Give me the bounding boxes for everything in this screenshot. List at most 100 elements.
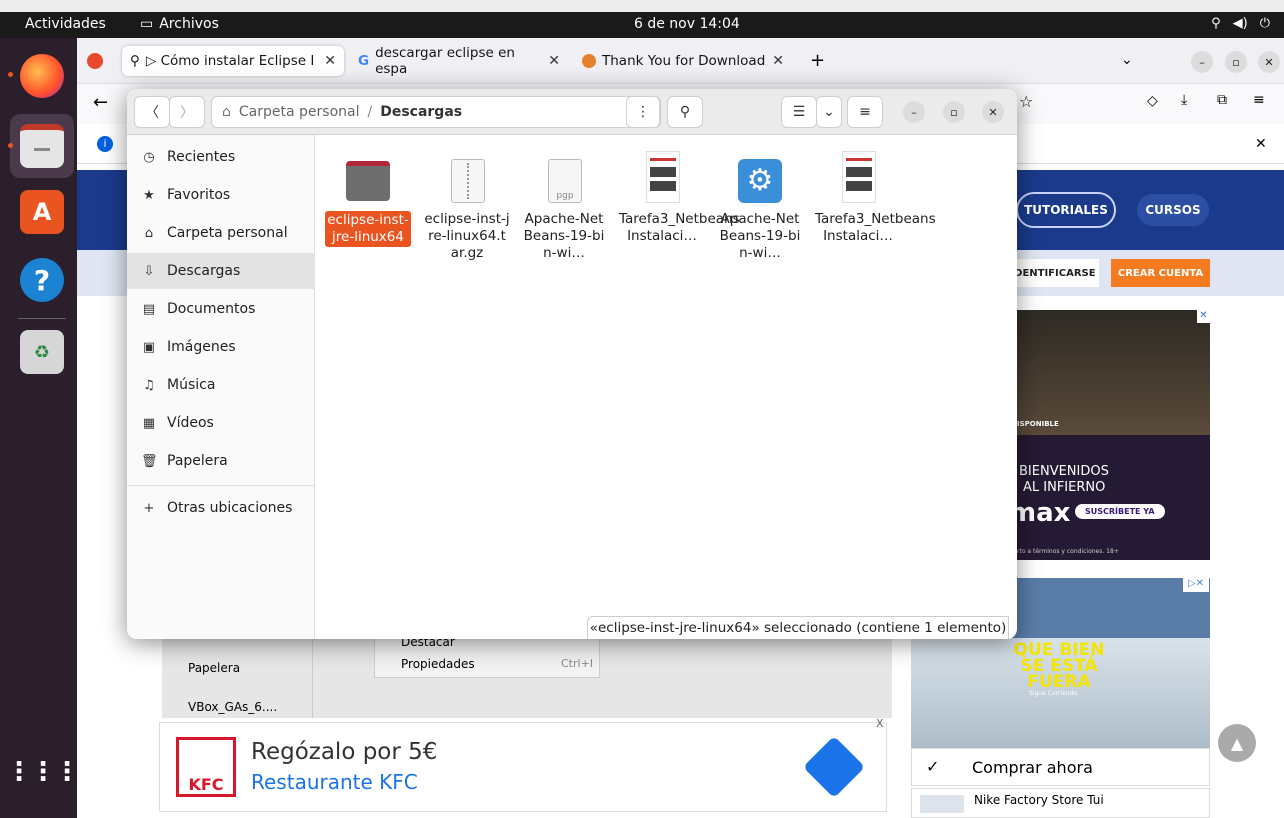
back-icon[interactable]: ← [93,92,108,113]
tab-1[interactable]: Gdescargar eclipse en espa ✕ [350,45,568,77]
path-current[interactable]: Descargas [380,104,462,120]
dock: A ? ♻ ⋮⋮⋮ [0,38,80,818]
sidebar-item-documentos[interactable]: ▤ Documentos [127,291,315,327]
ad-subtitle: Restaurante KFC [251,770,418,794]
minimize-button[interactable]: – [903,101,925,123]
close-icon[interactable]: ✕ [324,53,336,69]
sidebar-item-carpeta-personal[interactable]: ⌂ Carpeta personal [127,215,315,251]
downloads-icon[interactable]: ⤓ [1181,92,1187,108]
tab-2[interactable]: Thank You for Download ✕ [574,46,792,76]
file-item[interactable]: eclipse-inst-jre-linux64 [323,159,413,247]
extensions-icon[interactable]: ⧉ [1217,92,1227,108]
close-button[interactable]: ✕ [1258,51,1280,73]
register-button[interactable]: CREAR CUENTA [1111,259,1210,287]
file-item[interactable]: Tarefa3_Netbeans Instalaci… [617,151,740,245]
background-screenshot: Papelera VBox_GAs_6.... Destacar Propied… [162,628,892,718]
trash-icon: 🗑 [141,453,158,469]
nike-swoosh-icon: ✓ [926,757,940,776]
menu-shortcut: Ctrl+I [561,657,594,670]
close-icon[interactable]: X [876,717,884,730]
search-button[interactable]: ⚲ [667,96,703,128]
sidebar-item-otras-ubicaciones[interactable]: + Otras ubicaciones [127,490,315,526]
file-item[interactable]: eclipse-inst-jre-linux64.tar.gz [422,159,512,262]
back-button[interactable]: 〈 [134,96,170,128]
software-icon[interactable]: A [20,190,64,234]
file-name: Apache-NetBeans-19-bin-wi… [523,211,605,261]
forward-button[interactable]: 〉 [169,96,205,128]
sidebar-item-papelera[interactable]: 🗑 Papelera [127,443,315,479]
map-icon [920,795,964,813]
view-options-button[interactable]: ⌄ [816,96,842,128]
archive-icon [443,159,491,207]
view-list-button[interactable]: ☰ [781,96,817,128]
sidebar-item-descargas[interactable]: ⇩ Descargas [127,253,315,289]
minimize-button[interactable]: – [1191,51,1213,73]
ad-title: Regózalo por 5€ [251,739,438,765]
clock[interactable]: 6 de nov 14:04 [634,16,740,32]
file-name: Apache-NetBeans-19-bin-wi… [719,211,801,261]
file-name: Tarefa3_Netbeans Instalaci… [619,211,740,244]
bg-vbox: VBox_GAs_6.... [188,700,278,714]
nav-cursos[interactable]: CURSOS [1135,192,1211,228]
help-icon[interactable]: ? [20,258,64,302]
bg-trash: Papelera [188,661,241,675]
file-item[interactable]: Tarefa3_Netbeans Instalaci… [813,151,936,245]
bookmark-star-icon[interactable]: ☆ [1019,92,1033,111]
app-grid-icon[interactable]: ⋮⋮⋮ [6,750,80,794]
hbo-ad[interactable]: ISPONIBLE BIENVENIDOS AL INFIERNO max SU… [1017,310,1210,560]
close-icon[interactable]: ✕ [772,53,784,69]
firefox-icon[interactable] [20,54,64,98]
files-icon[interactable] [20,124,64,168]
nike-bar[interactable]: ✓ Comprar ahora [911,748,1210,786]
direction-icon[interactable] [802,735,866,799]
path-home[interactable]: Carpeta personal [239,104,360,120]
sidebar-item-imagenes[interactable]: ▣ Imágenes [127,329,315,365]
menu-icon[interactable]: ≡ [1253,92,1265,108]
top-bar: Actividades ▭ Archivos 6 de nov 14:04 ⚲ ◀)… [0,12,1284,38]
image-thumbnail-icon [834,151,882,207]
path-bar[interactable]: ⌂ Carpeta personal / Descargas [211,96,661,128]
activities-button[interactable]: Actividades [25,16,106,32]
maximize-button[interactable]: ▫ [943,101,965,123]
sidebar: ◷ Recientes ★ Favoritos ⌂ Carpeta personal … [127,135,315,639]
main-menu-button[interactable]: ≡ [847,96,883,128]
nav-tutoriales[interactable]: TUTORIALES [1016,192,1116,228]
nike-store-bar[interactable]: Nike Factory Store Tui [911,788,1210,818]
login-button[interactable]: IDENTIFICARSE [1007,259,1099,287]
file-item[interactable]: pgp Apache-NetBeans-19-bin-wi… [519,159,609,262]
tab-list-icon[interactable]: ⌄ [1121,52,1133,68]
tab-label: Thank You for Download [602,53,766,69]
sidebar-item-recientes[interactable]: ◷ Recientes [127,139,315,175]
power-icon: ⏻ [1259,16,1270,31]
close-icon[interactable]: ✕ [548,53,560,69]
image-thumbnail-icon [638,151,686,207]
pgp-icon: pgp [540,159,588,207]
ad-cta: Comprar ahora [972,758,1093,777]
app-menu[interactable]: ▭ Archivos [140,16,219,32]
pocket-icon[interactable]: ◇ [1147,93,1158,109]
new-tab-button[interactable]: + [810,50,825,71]
tab-0[interactable]: ⚲ ▷ Cómo instalar Eclipse I ✕ [122,46,344,76]
sidebar-item-musica[interactable]: ♫ Música [127,367,315,403]
adchoices-icon[interactable]: ▷✕ [1183,578,1209,592]
close-button[interactable]: ✕ [982,101,1004,123]
ad-brand: max [1017,498,1071,528]
search-icon: ⚲ [130,53,140,69]
close-icon[interactable]: ✕ [1255,136,1267,152]
file-name: eclipse-inst-jre-linux64 [325,211,411,247]
path-menu-button[interactable]: ⋮ [626,96,660,128]
ad-fine: rto a términos y condiciones. 18+ [1017,548,1119,555]
app-menu-label: Archivos [159,16,219,32]
sidebar-item-favoritos[interactable]: ★ Favoritos [127,177,315,213]
plus-icon: + [143,500,155,516]
maximize-button[interactable]: ▫ [1225,51,1247,73]
kfc-ad[interactable]: KFC Regózalo por 5€ Restaurante KFC X [159,717,887,812]
scroll-top-button[interactable]: ▲ [1218,724,1256,762]
trash-icon[interactable]: ♻ [20,330,64,374]
sidebar-item-videos[interactable]: ▦ Vídeos [127,405,315,441]
system-tray[interactable]: ⚲ ◀) ⏻ [1211,16,1270,31]
close-icon[interactable]: ✕ [1197,310,1210,323]
file-item[interactable]: ⚙ Apache-NetBeans-19-bin-wi… [715,159,805,262]
ad-cta[interactable]: SUSCRÍBETE YA [1075,504,1165,519]
firefox-view-icon[interactable] [87,53,103,69]
